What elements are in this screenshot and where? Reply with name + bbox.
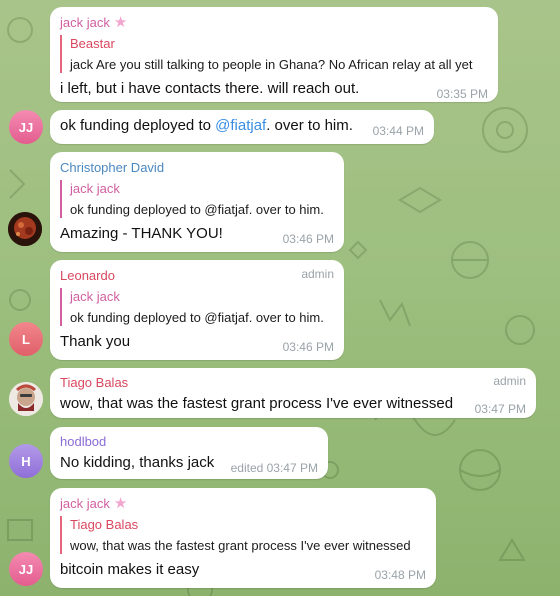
avatar-initials: JJ [18,119,34,135]
message-text: Amazing - THANK YOU! [60,225,223,242]
sender-label[interactable]: Leonardo [60,267,115,284]
avatar-photo [9,382,43,416]
sender-name[interactable]: Leonardo [60,267,334,284]
star-icon: ★ [113,14,128,31]
message-bubble[interactable]: hodlbod No kidding, thanks jack edited 0… [50,427,328,479]
sender-name[interactable]: jack jack ★ [60,14,488,31]
avatar-initials: H [21,453,31,469]
message-time: edited 03:47 PM [230,461,318,475]
sender-label[interactable]: jack jack [60,14,110,31]
reply-preview[interactable]: Beastar jack Are you still talking to pe… [60,35,488,73]
avatar[interactable]: JJ [9,110,43,144]
reply-sender: jack jack [70,181,120,196]
avatar-initials: JJ [18,561,34,577]
message-time: 03:46 PM [282,340,334,354]
reply-text: wow, that was the fastest grant process … [70,538,411,553]
message-text: ok funding deployed to @fiatjaf. over to… [60,116,353,136]
reply-sender: jack jack [70,289,120,304]
reply-preview[interactable]: Tiago Balas wow, that was the fastest gr… [60,516,426,554]
reply-preview[interactable]: jack jack ok funding deployed to @fiatja… [60,180,334,218]
avatar[interactable] [8,212,42,246]
sender-label[interactable]: hodlbod [60,433,106,450]
avatar[interactable] [9,382,43,416]
sender-name[interactable]: jack jack ★ [60,495,426,512]
message-time: 03:44 PM [372,124,424,138]
avatar[interactable]: H [9,444,43,478]
message-bubble[interactable]: Leonardo admin jack jack ok funding depl… [50,260,344,360]
sender-name[interactable]: Tiago Balas [60,374,526,391]
star-icon: ★ [113,495,128,512]
message-text: wow, that was the fastest grant process … [60,395,454,412]
message-text: No kidding, thanks jack [60,454,215,471]
message-bubble[interactable]: jack jack ★ Beastar jack Are you still t… [50,7,498,102]
reply-sender: Tiago Balas [70,517,139,532]
reply-text: jack Are you still talking to people in … [70,57,473,72]
text-prefix: ok funding deployed to [60,117,216,134]
message-time: 03:48 PM [374,568,426,582]
reply-text: ok funding deployed to @fiatjaf. over to… [70,310,324,325]
avatar[interactable]: JJ [9,552,43,586]
message-bubble[interactable]: Christopher David jack jack ok funding d… [50,152,344,252]
sender-label[interactable]: jack jack [60,495,110,512]
text-suffix: . over to him. [266,117,353,134]
sender-label[interactable]: Christopher David [60,159,164,176]
reply-text: ok funding deployed to @fiatjaf. over to… [70,202,324,217]
message-time: 03:46 PM [282,232,334,246]
message-bubble[interactable]: ok funding deployed to @fiatjaf. over to… [50,110,434,144]
reply-preview[interactable]: jack jack ok funding deployed to @fiatja… [60,288,334,326]
reply-sender: Beastar [70,36,115,51]
message-bubble[interactable]: jack jack ★ Tiago Balas wow, that was th… [50,488,436,588]
sender-name[interactable]: Christopher David [60,159,334,176]
message-text: Thank you [60,333,131,350]
sender-name[interactable]: hodlbod [60,433,318,450]
message-time: 03:35 PM [436,87,488,101]
message-bubble[interactable]: Tiago Balas admin wow, that was the fast… [50,368,536,418]
sender-label[interactable]: Tiago Balas [60,374,128,391]
mention-link[interactable]: @fiatjaf [215,117,266,134]
avatar[interactable]: L [9,322,43,356]
admin-badge: admin [301,267,334,281]
avatar-photo [8,212,42,246]
message-text: bitcoin makes it easy [60,561,200,578]
avatar-initials: L [22,331,30,347]
message-text: i left, but i have contacts there. will … [60,80,360,97]
admin-badge: admin [493,374,526,388]
message-time: 03:47 PM [474,402,526,416]
